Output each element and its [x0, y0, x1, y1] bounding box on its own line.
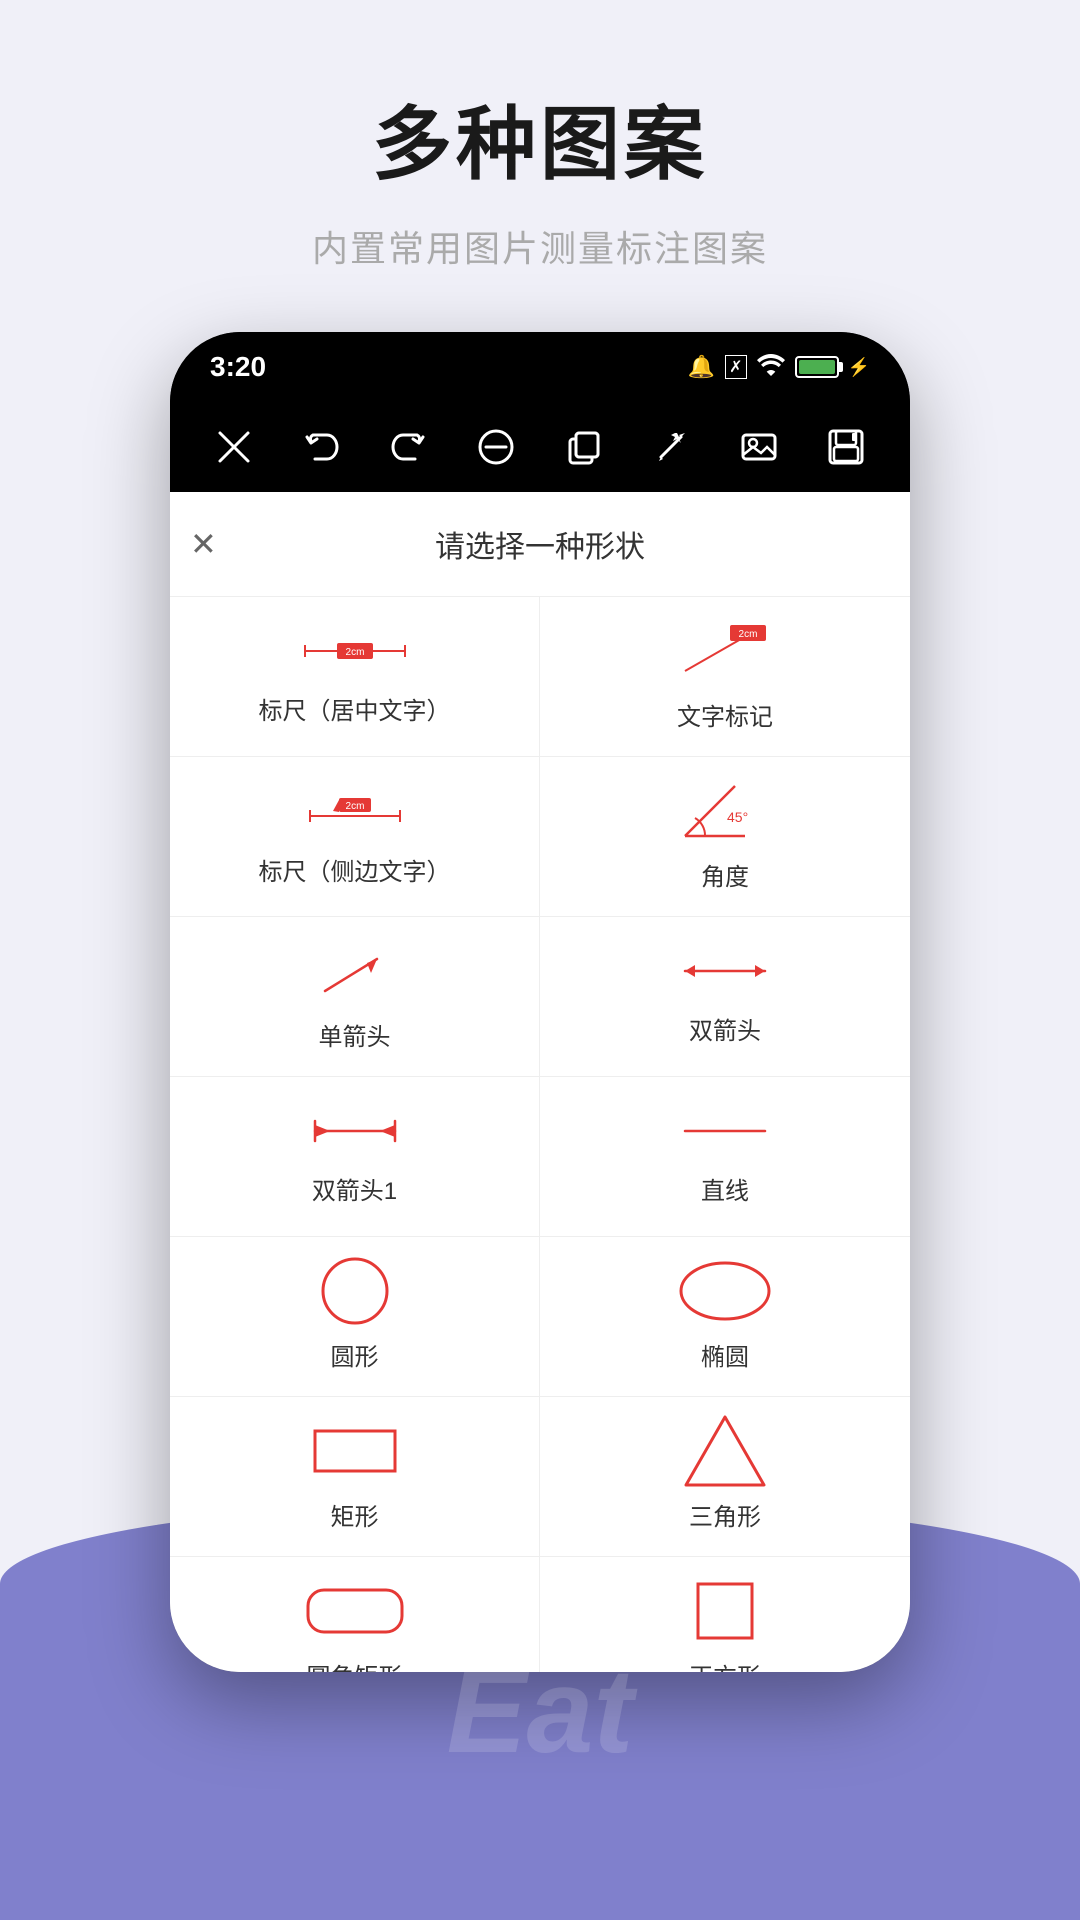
angle-icon: 45°	[675, 781, 775, 841]
shape-label-double-arrow: 双箭头	[689, 1011, 761, 1046]
notification-icon: 🔔	[688, 354, 715, 380]
shape-cell-ruler-center[interactable]: 2cm 标尺（居中文字）	[170, 597, 540, 757]
shape-cell-double-arrow[interactable]: 双箭头	[540, 917, 910, 1077]
shape-picker-header: ✕ 请选择一种形状	[170, 492, 910, 597]
toolbar-undo-button[interactable]	[291, 417, 351, 477]
svg-text:2cm: 2cm	[739, 629, 758, 640]
svg-text:2cm: 2cm	[345, 647, 364, 658]
shape-cell-ellipse[interactable]: 椭圆	[540, 1237, 910, 1397]
svg-text:45°: 45°	[727, 809, 748, 825]
toolbar-save-button[interactable]	[816, 417, 876, 477]
shape-cell-single-arrow[interactable]: 单箭头	[170, 917, 540, 1077]
circle-icon	[315, 1261, 395, 1321]
shape-cell-circle[interactable]: 圆形	[170, 1237, 540, 1397]
phone-screen: ✕ 请选择一种形状 2cm	[170, 492, 910, 1672]
sim-icon: ✗	[725, 355, 746, 379]
bottom-watermark: Eat	[447, 1642, 634, 1780]
double-arrow-1-icon	[295, 1107, 415, 1155]
toolbar-close-button[interactable]	[204, 417, 264, 477]
shape-picker-close-button[interactable]: ✕	[190, 525, 217, 563]
battery-icon: ⚡	[795, 356, 870, 378]
line-icon	[665, 1107, 785, 1155]
shape-cell-angle[interactable]: 45° 角度	[540, 757, 910, 917]
shape-label-line: 直线	[701, 1171, 749, 1206]
ruler-side-icon: 2cm	[295, 786, 415, 836]
shape-picker-title: 请选择一种形状	[435, 522, 645, 566]
text-mark-icon: 2cm	[665, 621, 785, 681]
shape-cell-triangle[interactable]: 三角形	[540, 1397, 910, 1557]
rounded-rect-icon	[300, 1581, 410, 1641]
status-time: 3:20	[210, 351, 266, 383]
shape-cell-double-arrow-1[interactable]: 双箭头1	[170, 1077, 540, 1237]
shape-cell-ruler-side[interactable]: 2cm 标尺（侧边文字）	[170, 757, 540, 917]
shape-cell-text-mark[interactable]: 2cm 文字标记	[540, 597, 910, 757]
shape-cell-rectangle[interactable]: 矩形	[170, 1397, 540, 1557]
shape-picker: ✕ 请选择一种形状 2cm	[170, 492, 910, 1672]
shape-label-circle: 圆形	[331, 1337, 379, 1372]
rectangle-icon	[305, 1421, 405, 1481]
ruler-center-icon: 2cm	[295, 627, 415, 675]
shape-label-square: 正方形	[689, 1657, 761, 1672]
status-bar: 3:20 🔔 ✗ ⚡	[170, 332, 910, 402]
shape-label-angle: 角度	[701, 857, 749, 892]
page-title: 多种图案	[372, 80, 708, 196]
square-icon	[690, 1581, 760, 1641]
wifi-icon	[757, 353, 785, 381]
app-toolbar	[170, 402, 910, 492]
toolbar-copy-button[interactable]	[554, 417, 614, 477]
shape-cell-line[interactable]: 直线	[540, 1077, 910, 1237]
toolbar-magic-button[interactable]	[641, 417, 701, 477]
shape-grid: 2cm 标尺（居中文字） 2cm	[170, 597, 910, 1672]
double-arrow-icon	[665, 947, 785, 995]
shape-label-single-arrow: 单箭头	[319, 1017, 391, 1052]
single-arrow-icon	[305, 941, 405, 1001]
shape-label-rounded-rect: 圆角矩形	[307, 1657, 403, 1672]
page-container: 多种图案 内置常用图片测量标注图案 3:20 🔔 ✗	[0, 0, 1080, 1920]
shape-label-rectangle: 矩形	[331, 1497, 379, 1532]
status-icons: 🔔 ✗ ⚡	[688, 353, 870, 381]
toolbar-minus-button[interactable]	[466, 417, 526, 477]
triangle-icon	[680, 1421, 770, 1481]
shape-label-ruler-side: 标尺（侧边文字）	[259, 852, 451, 887]
page-subtitle: 内置常用图片测量标注图案	[312, 220, 768, 272]
toolbar-redo-button[interactable]	[379, 417, 439, 477]
shape-label-triangle: 三角形	[689, 1497, 761, 1532]
svg-text:2cm: 2cm	[345, 801, 364, 812]
shape-label-ellipse: 椭圆	[701, 1337, 749, 1372]
shape-label-double-arrow-1: 双箭头1	[312, 1171, 397, 1206]
toolbar-image-button[interactable]	[729, 417, 789, 477]
shape-label-text-mark: 文字标记	[677, 697, 773, 732]
phone-mockup: 3:20 🔔 ✗ ⚡	[170, 332, 910, 1672]
shape-label-ruler-center: 标尺（居中文字）	[259, 691, 451, 726]
ellipse-icon	[675, 1261, 775, 1321]
